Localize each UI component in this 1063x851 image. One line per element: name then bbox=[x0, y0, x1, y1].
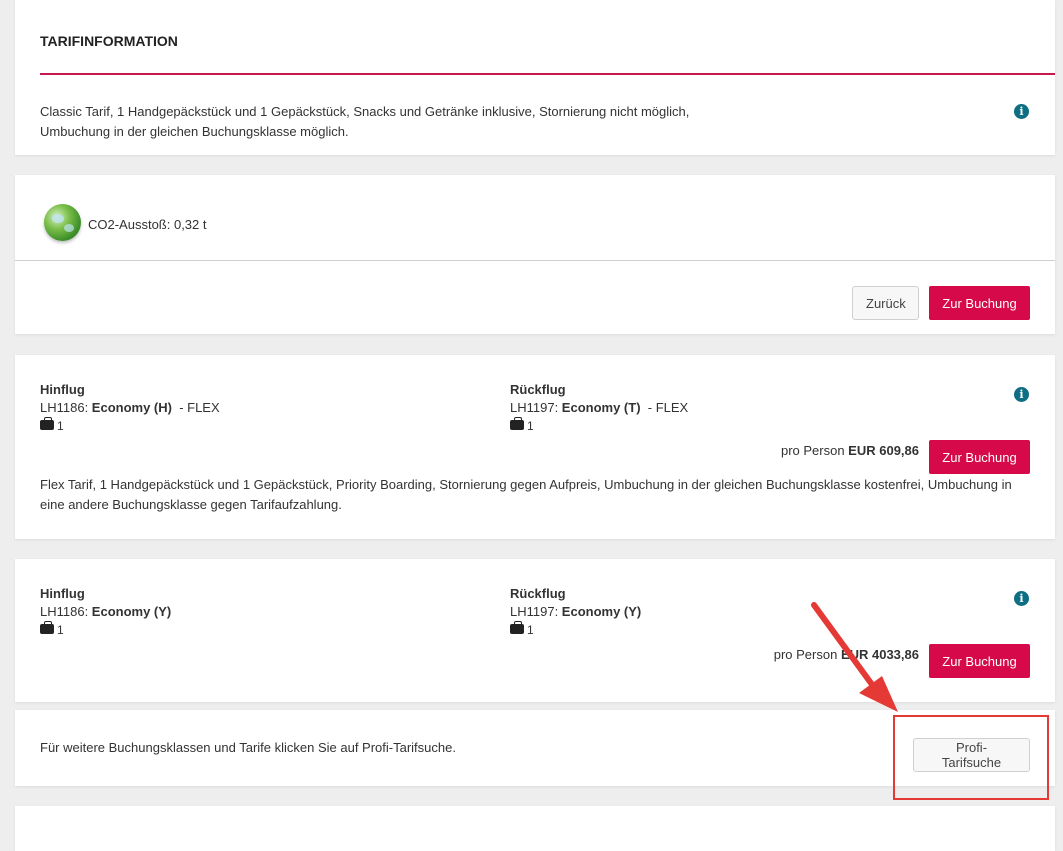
bag-count: 1 bbox=[57, 623, 64, 637]
flight-number: LH1186: bbox=[40, 400, 92, 415]
fare-description-line1: Flex Tarif, 1 Handgepäckstück und 1 Gepä… bbox=[40, 477, 1012, 492]
suitcase-icon bbox=[510, 417, 524, 430]
suitcase-icon bbox=[40, 417, 54, 430]
price-value: EUR 609,86 bbox=[848, 443, 919, 458]
price-per-person: pro Person EUR 609,86 bbox=[781, 443, 919, 458]
return-leg: Rückflug LH1197: Economy (T) - FLEX 1 bbox=[510, 382, 688, 433]
back-button[interactable]: Zurück bbox=[852, 286, 919, 320]
fare-type: - FLEX bbox=[640, 400, 689, 415]
tariff-info-title: TARIFINFORMATION bbox=[40, 33, 178, 49]
fare-description: Flex Tarif, 1 Handgepäckstück und 1 Gepä… bbox=[40, 475, 1012, 515]
suitcase-icon bbox=[510, 621, 524, 634]
return-flight: LH1197: Economy (Y) bbox=[510, 604, 641, 619]
bottom-card bbox=[15, 806, 1055, 851]
tariff-info-text: Classic Tarif, 1 Handgepäckstück und 1 G… bbox=[40, 102, 689, 142]
globe-icon bbox=[44, 204, 81, 241]
co2-divider bbox=[15, 260, 1055, 261]
profi-search-card: Für weitere Buchungsklassen und Tarife k… bbox=[15, 710, 1055, 786]
return-heading: Rückflug bbox=[510, 382, 566, 397]
offer-card: Hinflug LH1186: Economy (Y) 1 Rückflug L… bbox=[15, 559, 1055, 702]
info-icon[interactable]: i bbox=[1014, 104, 1029, 119]
info-icon[interactable]: i bbox=[1014, 591, 1029, 606]
price-prefix: pro Person bbox=[773, 647, 841, 662]
outbound-heading: Hinflug bbox=[40, 382, 85, 397]
booking-class: Economy (H) bbox=[91, 400, 172, 415]
fare-description-line2: eine andere Buchungsklasse gegen Tarifau… bbox=[40, 497, 342, 512]
profi-search-button[interactable]: Profi-Tarifsuche bbox=[913, 738, 1030, 772]
outbound-flight: LH1186: Economy (H) - FLEX bbox=[40, 400, 220, 415]
return-baggage: 1 bbox=[510, 621, 641, 637]
tariff-info-card: TARIFINFORMATION Classic Tarif, 1 Handge… bbox=[15, 0, 1055, 155]
offer-card: Hinflug LH1186: Economy (H) - FLEX 1 Rüc… bbox=[15, 355, 1055, 539]
bag-count: 1 bbox=[57, 419, 64, 433]
booking-class: Economy (T) bbox=[561, 400, 641, 415]
return-flight: LH1197: Economy (T) - FLEX bbox=[510, 400, 688, 415]
fare-type: - FLEX bbox=[171, 400, 220, 415]
outbound-baggage: 1 bbox=[40, 417, 220, 433]
bag-count: 1 bbox=[527, 419, 534, 433]
info-icon[interactable]: i bbox=[1014, 387, 1029, 402]
bag-count: 1 bbox=[527, 623, 534, 637]
booking-class: Economy (Y) bbox=[91, 604, 172, 619]
book-button[interactable]: Zur Buchung bbox=[929, 286, 1030, 320]
price-value: EUR 4033,86 bbox=[840, 647, 919, 662]
outbound-baggage: 1 bbox=[40, 621, 171, 637]
book-button[interactable]: Zur Buchung bbox=[929, 440, 1030, 474]
co2-label: CO2-Ausstoß: 0,32 t bbox=[88, 217, 207, 232]
tariff-info-divider bbox=[40, 73, 1055, 75]
flight-number: LH1197: bbox=[510, 400, 562, 415]
flight-number: LH1186: bbox=[40, 604, 92, 619]
price-per-person: pro Person EUR 4033,86 bbox=[774, 647, 919, 662]
profi-search-text: Für weitere Buchungsklassen und Tarife k… bbox=[40, 740, 456, 755]
outbound-leg: Hinflug LH1186: Economy (H) - FLEX 1 bbox=[40, 382, 220, 433]
tariff-info-line2: Umbuchung in der gleichen Buchungsklasse… bbox=[40, 124, 349, 139]
tariff-info-line1: Classic Tarif, 1 Handgepäckstück und 1 G… bbox=[40, 104, 690, 119]
outbound-heading: Hinflug bbox=[40, 586, 85, 601]
return-heading: Rückflug bbox=[510, 586, 566, 601]
return-leg: Rückflug LH1197: Economy (Y) 1 bbox=[510, 586, 641, 637]
book-button[interactable]: Zur Buchung bbox=[929, 644, 1030, 678]
flight-number: LH1197: bbox=[510, 604, 562, 619]
booking-class: Economy (Y) bbox=[561, 604, 642, 619]
outbound-leg: Hinflug LH1186: Economy (Y) 1 bbox=[40, 586, 171, 637]
co2-card: CO2-Ausstoß: 0,32 t Zurück Zur Buchung bbox=[15, 175, 1055, 334]
price-prefix: pro Person bbox=[780, 443, 849, 458]
suitcase-icon bbox=[40, 621, 54, 634]
return-baggage: 1 bbox=[510, 417, 688, 433]
outbound-flight: LH1186: Economy (Y) bbox=[40, 604, 171, 619]
